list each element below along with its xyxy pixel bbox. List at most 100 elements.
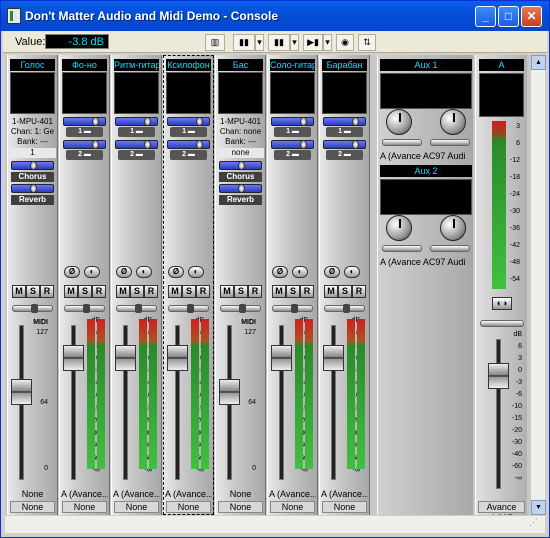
channel-strip[interactable]: Ксилофон 1 ▬ 2 ▬ Ø ◐ MSRdB630-3-6-10-15-20-… [163, 55, 214, 515]
keyboard-icon[interactable]: ▥ [205, 34, 225, 51]
output-port[interactable]: A (Avance... [113, 489, 160, 499]
record-button[interactable]: R [40, 285, 54, 298]
mute-button[interactable]: M [116, 285, 130, 298]
reverb-slider[interactable] [11, 184, 54, 193]
solo-button[interactable]: S [78, 285, 92, 298]
interleave-icon[interactable]: ◐ [136, 266, 152, 278]
send-icon[interactable]: ▶▮ [303, 34, 323, 51]
solo-button[interactable]: S [286, 285, 300, 298]
volume-fader[interactable] [115, 345, 136, 371]
midi-port[interactable]: 1-MPU-401 [217, 117, 264, 127]
maximize-button[interactable]: □ [498, 6, 519, 27]
output-port[interactable]: None [217, 489, 264, 499]
channel-strip[interactable]: Голос 1-MPU-401 Chan: 1: Ge Bank: --- 1 Choru… [7, 55, 58, 515]
send-slider[interactable] [271, 117, 314, 126]
mute-button[interactable]: M [64, 285, 78, 298]
fx-button[interactable]: 2 ▬ [274, 150, 311, 160]
midi-channel[interactable]: Chan: none [217, 127, 264, 137]
midi-channel[interactable]: Chan: 1: Ge [9, 127, 56, 137]
record-monitor-icon[interactable]: ◉ [336, 34, 354, 51]
input-selector[interactable]: None [322, 501, 367, 513]
chorus-slider[interactable] [219, 161, 262, 170]
phase-invert-icon[interactable]: Ø [324, 266, 340, 278]
aux-pan[interactable] [382, 245, 422, 252]
track-name[interactable]: Соло-гитара [270, 59, 315, 71]
output-port[interactable]: A (Avance... [165, 489, 212, 499]
solo-button[interactable]: S [130, 285, 144, 298]
phase-invert-icon[interactable]: Ø [116, 266, 132, 278]
pan-slider[interactable] [168, 304, 209, 313]
mute-button[interactable]: M [324, 285, 338, 298]
midi-patch[interactable]: 1 [9, 148, 56, 158]
solo-button[interactable]: S [182, 285, 196, 298]
phase-invert-icon[interactable]: Ø [64, 266, 80, 278]
record-button[interactable]: R [300, 285, 314, 298]
channel-strip[interactable]: Бас 1-MPU-401 Chan: none Bank: --- none Choru… [215, 55, 266, 515]
volume-fader[interactable] [271, 345, 292, 371]
input-selector[interactable]: None [114, 501, 159, 513]
track-name[interactable]: Ритм-гитара [114, 59, 159, 71]
send-slider[interactable] [323, 140, 366, 149]
title-bar[interactable]: Don't Matter Audio and Midi Demo - Conso… [1, 1, 549, 31]
channel-strip[interactable]: Фо-но 1 ▬ 2 ▬ Ø ◐ MSRdB630-3-6-10-15-20-30-… [59, 55, 110, 515]
input-selector[interactable]: None [218, 501, 263, 513]
volume-fader[interactable] [11, 379, 32, 405]
channel-strip[interactable]: Барабан 1 ▬ 2 ▬ Ø ◐ MSRdB630-3-6-10-15-20-3… [319, 55, 370, 515]
fx-button[interactable]: 2 ▬ [118, 150, 155, 160]
strip-view-icon[interactable]: ▮▮ [233, 34, 255, 51]
mute-button[interactable]: M [12, 285, 26, 298]
close-button[interactable]: ✕ [521, 6, 542, 27]
input-selector[interactable]: None [10, 501, 55, 513]
scroll-up-icon[interactable]: ▲ [531, 55, 546, 70]
volume-fader[interactable] [219, 379, 240, 405]
track-name[interactable]: Голос [10, 59, 55, 71]
volume-fader[interactable] [63, 345, 84, 371]
interleave-icon[interactable]: ◐ [188, 266, 204, 278]
send-slider[interactable] [63, 140, 106, 149]
send-slider[interactable] [271, 140, 314, 149]
strip-insert-icon[interactable]: ▮▮ [268, 34, 290, 51]
send-slider[interactable] [167, 140, 210, 149]
solo-button[interactable]: S [234, 285, 248, 298]
master-link-icon[interactable]: ◐◑ [492, 297, 512, 310]
chevron-down-icon[interactable]: ▾ [323, 34, 332, 51]
output-port[interactable]: A (Avance... [61, 489, 108, 499]
fx-button[interactable]: 2 ▬ [170, 150, 207, 160]
chevron-down-icon[interactable]: ▾ [290, 34, 299, 51]
record-button[interactable]: R [352, 285, 366, 298]
input-selector[interactable]: None [270, 501, 315, 513]
mute-button[interactable]: M [168, 285, 182, 298]
fx-button[interactable]: 1 ▬ [326, 127, 363, 137]
midi-bank[interactable]: Bank: --- [9, 137, 56, 147]
pan-slider[interactable] [12, 304, 53, 313]
volume-fader[interactable] [323, 345, 344, 371]
reverb-slider[interactable] [219, 184, 262, 193]
aux-output[interactable]: A (Avance AC97 Audi [380, 257, 474, 267]
fx-button[interactable]: 2 ▬ [326, 150, 363, 160]
mute-button[interactable]: M [272, 285, 286, 298]
pan-slider[interactable] [220, 304, 261, 313]
solo-button[interactable]: S [26, 285, 40, 298]
phase-invert-icon[interactable]: Ø [272, 266, 288, 278]
pan-slider[interactable] [272, 304, 313, 313]
track-name[interactable]: Барабан [322, 59, 367, 71]
fx-button[interactable]: 1 ▬ [66, 127, 103, 137]
chevron-down-icon[interactable]: ▾ [255, 34, 264, 51]
scroll-down-icon[interactable]: ▼ [531, 500, 546, 515]
resize-grip-icon[interactable]: ⋰ [529, 517, 541, 529]
send-slider[interactable] [115, 117, 158, 126]
pan-slider[interactable] [64, 304, 105, 313]
midi-bank[interactable]: Bank: --- [217, 137, 264, 147]
snap-icon[interactable]: ⇅ [358, 34, 376, 51]
record-button[interactable]: R [248, 285, 262, 298]
solo-button[interactable]: S [338, 285, 352, 298]
output-port[interactable]: A (Avance... [321, 489, 368, 499]
track-name[interactable]: Фо-но [62, 59, 107, 71]
send-slider[interactable] [323, 117, 366, 126]
horizontal-scrollbar[interactable]: ⋰ [5, 515, 545, 533]
master-output[interactable]: Avance AC97 [478, 501, 525, 523]
vertical-scrollbar[interactable]: ▲ ▼ [530, 55, 546, 515]
fx-button[interactable]: 2 ▬ [66, 150, 103, 160]
interleave-icon[interactable]: ◐ [292, 266, 308, 278]
minimize-button[interactable]: _ [475, 6, 496, 27]
